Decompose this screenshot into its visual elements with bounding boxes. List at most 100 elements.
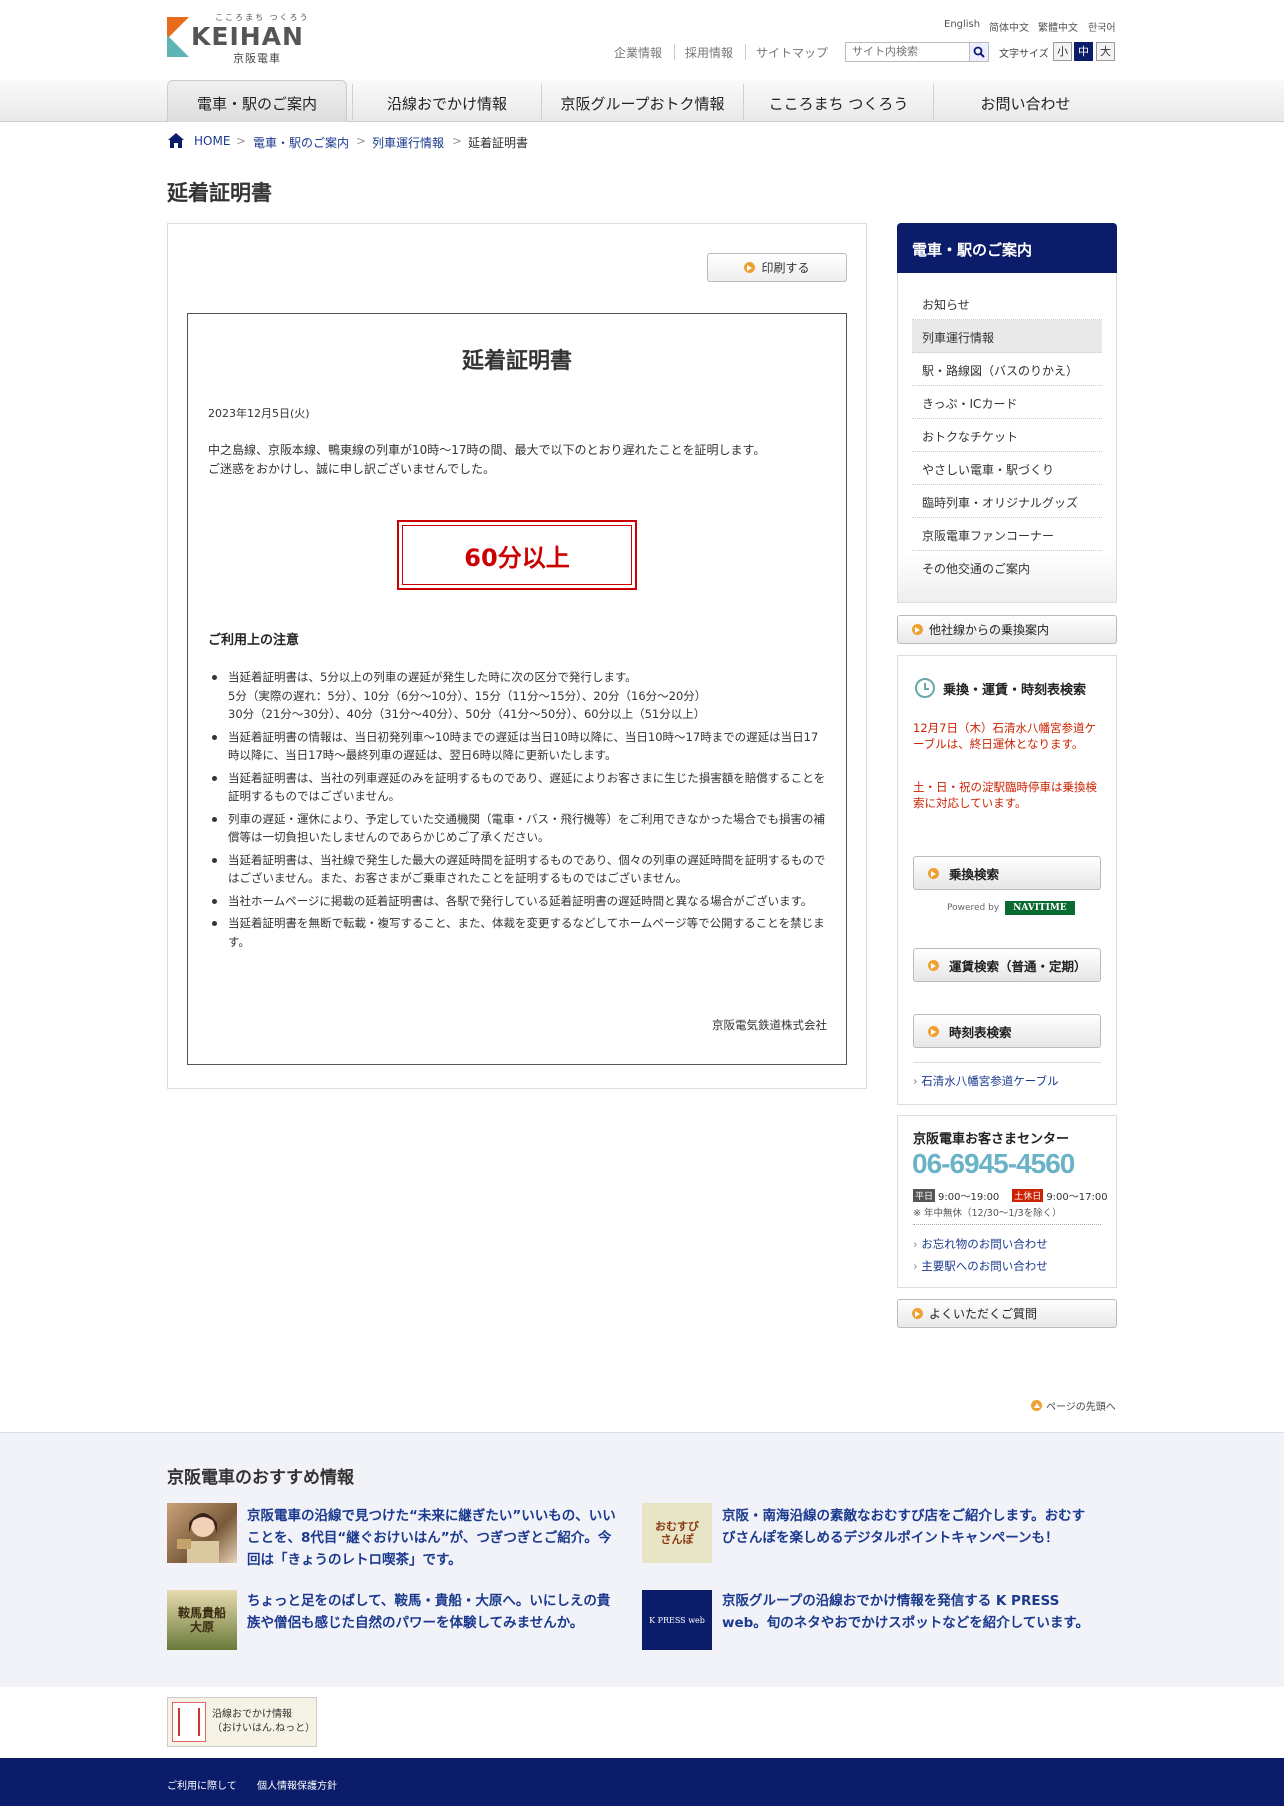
okeihan-net-banner[interactable]: 沿線おでかけ情報 （おけいはん.ねっと）	[167, 1697, 317, 1747]
timetable-search-button[interactable]: 時刻表検索	[913, 1014, 1101, 1048]
arrow-icon	[912, 624, 923, 635]
kurama-thumb-text: 鞍馬貴船大原	[177, 1606, 226, 1634]
gnav-group-deals[interactable]: 京阪グループおトク情報	[542, 80, 743, 122]
gnav-contact[interactable]: お問い合わせ	[934, 80, 1117, 122]
print-label: 印刷する	[761, 261, 810, 275]
lang-english-link[interactable]: English	[944, 19, 980, 30]
recommend-thumb-retro-cafe[interactable]	[167, 1503, 237, 1563]
font-size-medium-button[interactable]: 中	[1074, 42, 1093, 61]
sidebar-item-news[interactable]: お知らせ	[912, 287, 1102, 320]
powered-by: Powered by NAVITIME	[947, 901, 1075, 915]
sidebar-item-other-transport[interactable]: その他交通のご案内	[912, 551, 1102, 584]
holiday-badge: 土休日	[1012, 1189, 1044, 1202]
note-text: 当延着証明書の情報は、当日初発列車～10時までの遅延は当日10時以降に、当日10…	[228, 729, 819, 763]
delay-value: 60分以上	[402, 525, 632, 585]
banner-line: （おけいはん.ねっと）	[212, 1723, 316, 1734]
corporate-info-link[interactable]: 企業情報	[614, 44, 662, 61]
sidebar-item-fan-corner[interactable]: 京阪電車ファンコーナー	[912, 518, 1102, 551]
lang-korean-link[interactable]: 한국어	[1088, 19, 1116, 34]
privacy-policy-link[interactable]: 個人情報保護方針	[257, 1777, 337, 1792]
lost-items-link[interactable]: › お忘れ物のお問い合わせ	[913, 1236, 1048, 1252]
certificate-date: 2023年12月5日(火)	[208, 407, 310, 420]
cable-link[interactable]: › 石清水八幡宮参道ケーブル	[913, 1062, 1101, 1089]
transfer-search-button[interactable]: 乗換検索	[913, 856, 1101, 890]
recommend-thumb-kurama[interactable]: 鞍馬貴船大原	[167, 1590, 237, 1650]
note-item: 当延着証明書は、5分以上の列車の遅延が発生した時に次の区分で発行します。 5分（…	[208, 668, 828, 724]
note-text: 5分（実際の遅れ：5分）、10分（6分～10分）、15分（11分～15分）、20…	[228, 688, 707, 703]
logo-wordmark[interactable]: KEIHAN	[191, 22, 304, 51]
lang-traditional-chinese-link[interactable]: 繁體中文	[1038, 19, 1078, 34]
arrow-icon	[744, 262, 756, 273]
breadcrumb-home[interactable]: HOME	[194, 134, 230, 148]
delay-box: 60分以上	[397, 520, 637, 590]
gnav-outings[interactable]: 沿線おでかけ情報	[353, 80, 541, 122]
breadcrumb-trains-stations[interactable]: 電車・駅のご案内	[253, 134, 349, 151]
fare-search-label: 運賃検索（普通・定期）	[949, 958, 1087, 974]
holiday-hours: 9:00～17:00	[1046, 1192, 1108, 1203]
divider	[913, 1224, 1101, 1225]
home-icon[interactable]	[167, 132, 185, 149]
recommend-item-4[interactable]: 京阪グループの沿線おでかけ情報を発信する K PRESS web。旬のネタやおで…	[722, 1590, 1092, 1634]
recruit-link[interactable]: 採用情報	[685, 44, 733, 61]
note-item: 当延着証明書は、当社線で発生した最大の遅延時間を証明するものであり、個々の列車の…	[208, 851, 828, 888]
breadcrumb-separator: >	[356, 134, 367, 148]
font-size-small-button[interactable]: 小	[1053, 42, 1072, 61]
other-lines-button[interactable]: 他社線からの乗換案内	[897, 615, 1117, 644]
recommend-thumb-kpress[interactable]: K PRESS web	[642, 1590, 712, 1650]
note-text: 当延着証明書は、当社の列車遅延のみを証明するものであり、遅延によりお客さまに生じ…	[228, 770, 826, 804]
note-item: 当社ホームページに掲載の延着証明書は、各駅で発行している延着証明書の遅延時間と異…	[208, 892, 828, 911]
person-photo	[177, 1513, 219, 1563]
banner-text: 沿線おでかけ情報 （おけいはん.ねっと）	[212, 1708, 315, 1736]
recommend-item-1[interactable]: 京阪電車の沿線で見つけた“未来に継ぎたい”いいもの、いいことを、8代目“継ぐおけ…	[247, 1505, 617, 1571]
gnav-kokoromachi[interactable]: こころまち つくろう	[744, 80, 933, 122]
certificate-body-line: ご迷惑をおかけし、誠に申し訳ございませんでした。	[208, 462, 496, 476]
fare-search-button[interactable]: 運賃検索（普通・定期）	[913, 948, 1101, 982]
breadcrumb-operation-info[interactable]: 列車運行情報	[372, 134, 444, 151]
terms-of-use-link[interactable]: ご利用に際して	[167, 1777, 237, 1792]
note-item: 当延着証明書の情報は、当日初発列車～10時までの遅延は当日10時以降に、当日10…	[208, 728, 828, 765]
station-contact-link[interactable]: › 主要駅へのお問い合わせ	[913, 1258, 1048, 1274]
arrow-icon	[928, 867, 939, 879]
recommend-thumb-omusubi[interactable]: おむすびさんぽ	[642, 1503, 712, 1563]
breadcrumb-current: 延着証明書	[468, 136, 529, 150]
note-item: 当延着証明書は、当社の列車遅延のみを証明するものであり、遅延によりお客さまに生じ…	[208, 769, 828, 806]
up-arrow-icon	[1031, 1400, 1042, 1411]
cable-link-text: 石清水八幡宮参道ケーブル	[921, 1074, 1059, 1088]
note-text: 列車の遅延・運休により、予定していた交通機関（電車・バス・飛行機等）をご利用でき…	[228, 811, 825, 845]
page-top-link[interactable]: ページの先頭へ	[1031, 1398, 1116, 1413]
lang-simplified-chinese-link[interactable]: 简体中文	[989, 19, 1029, 34]
sidebar-item-accessibility[interactable]: やさしい電車・駅づくり	[912, 452, 1102, 485]
arrow-icon	[928, 959, 939, 971]
keihan-logo-mark[interactable]	[167, 17, 189, 57]
transfer-search-label: 乗換検索	[949, 866, 1000, 882]
transit-heading: 乗換・運賃・時刻表検索	[915, 678, 1086, 698]
sidebar-item-special-trains[interactable]: 臨時列車・オリジナルグッズ	[912, 485, 1102, 518]
certificate-signature: 京阪電気鉄道株式会社	[712, 1018, 827, 1032]
sidebar-heading: 電車・駅のご案内	[897, 223, 1117, 273]
faq-button[interactable]: よくいただくご質問	[897, 1299, 1117, 1328]
recommend-item-3[interactable]: ちょっと足をのばして、鞍馬・貴船・大原へ。いにしえの貴族や僧侶も感じた自然のパワ…	[247, 1590, 617, 1634]
certificate-body-line: 中之島線、京阪本線、鴨東線の列車が10時～17時の間、最大で以下のとおり遅れたこ…	[208, 443, 766, 457]
sidebar-item-operation-info[interactable]: 列車運行情報	[912, 320, 1102, 353]
omusubi-thumb-text: おむすびさんぽ	[655, 1520, 699, 1546]
gnav-trains-stations[interactable]: 電車・駅のご案内	[167, 80, 347, 122]
cable-suspension-notice: 12月7日（木）石清水八幡宮参道ケーブルは、終日運休となります。	[913, 721, 1096, 751]
logo-japanese: 京阪電車	[233, 52, 281, 65]
note-text: 当延着証明書は、当社線で発生した最大の遅延時間を証明するものであり、個々の列車の…	[228, 852, 826, 886]
print-button[interactable]: 印刷する	[707, 253, 847, 282]
transit-heading-text: 乗換・運賃・時刻表検索	[943, 682, 1087, 698]
note-text: 当延着証明書を無断で転載・複写すること、また、体裁を変更するなどしてホームページ…	[228, 916, 825, 949]
clock-icon	[915, 678, 935, 698]
sidebar-item-tickets-ic[interactable]: きっぷ・ICカード	[912, 386, 1102, 419]
phone-number[interactable]: 06-6945-4560	[912, 1148, 1075, 1180]
note-item: 当延着証明書を無断で転載・複写すること、また、体裁を変更するなどしてホームページ…	[208, 914, 828, 951]
recommend-item-2[interactable]: 京阪・南海沿線の素敵なおむすび店をご紹介します。おむすびさんぽを楽しめるデジタル…	[722, 1505, 1092, 1549]
sitemap-link[interactable]: サイトマップ	[756, 44, 828, 61]
weekday-badge: 平日	[913, 1189, 936, 1202]
site-search-input[interactable]	[845, 42, 971, 62]
sidebar-item-route-map[interactable]: 駅・路線図（バスのりかえ）	[912, 353, 1102, 386]
font-size-large-button[interactable]: 大	[1096, 42, 1115, 61]
hours-note: ※ 年中無休（12/30～1/3を除く）	[913, 1208, 1062, 1219]
search-button[interactable]	[969, 42, 989, 62]
sidebar-item-deal-tickets[interactable]: おトクなチケット	[912, 419, 1102, 452]
